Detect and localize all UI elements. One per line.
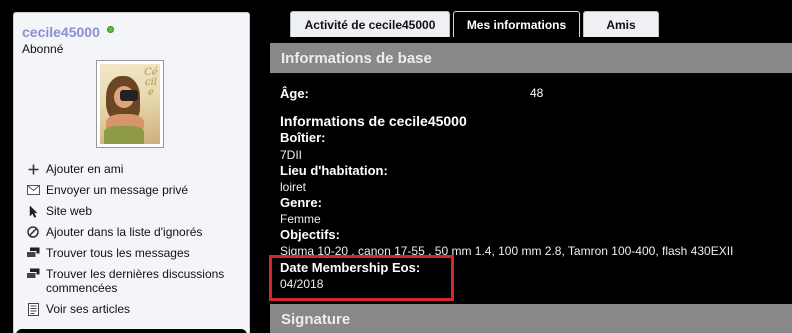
add-to-ignore-list-action[interactable]: Ajouter dans la liste d'ignorés [26,225,248,239]
find-latest-discussions-action[interactable]: Trouver les dernières discussions commen… [26,267,248,295]
online-status-icon [107,26,114,33]
location-value: loiret [280,180,307,194]
add-friend-action[interactable]: Ajouter en ami [26,162,248,176]
find-latest-discussions-label: Trouver les dernières discussions commen… [46,267,225,295]
profile-actions-list: Ajouter en ami Envoyer un message privé … [26,162,248,323]
view-articles-action[interactable]: Voir ses articles [26,302,248,316]
user-title: Abonné [22,42,64,56]
membership-highlight-box [269,255,454,301]
send-private-message-label: Envoyer un message privé [46,183,189,197]
send-private-message-action[interactable]: Envoyer un message privé [26,183,248,197]
location-label: Lieu d'habitation: [280,163,388,178]
find-all-messages-action[interactable]: Trouver tous les messages [26,246,248,260]
avatar-photo: Cécile [100,64,160,144]
add-to-ignore-list-label: Ajouter dans la liste d'ignorés [46,225,203,239]
website-label: Site web [46,204,93,218]
view-articles-label: Voir ses articles [46,302,131,316]
block-icon [26,225,40,239]
gender-label: Genre: [280,195,322,210]
age-label: Âge: [280,86,309,101]
plus-icon [26,162,40,176]
articles-icon [26,302,40,316]
avatar-signature: Cécile [144,67,158,98]
age-value: 48 [530,86,544,100]
avatar[interactable]: Cécile [96,60,164,148]
discussions-icon [26,267,40,281]
signature-header: Signature [270,304,792,333]
profile-username[interactable]: cecile45000 [22,24,100,40]
card-bottom-bar [16,329,247,333]
add-friend-label: Ajouter en ami [46,162,124,176]
basic-info-header: Informations de base [270,43,792,73]
messages-icon [26,246,40,260]
profile-card: cecile45000 Abonné Cécile Ajouter en ami… [13,12,250,333]
tab-friends[interactable]: Amis [583,11,659,37]
camera-body-label: Boîtier: [280,130,326,145]
lenses-label: Objectifs: [280,227,340,242]
find-all-messages-label: Trouver tous les messages [46,246,190,260]
website-action[interactable]: Site web [26,204,248,218]
gender-value: Femme [280,212,321,226]
tab-my-information[interactable]: Mes informations [453,11,580,37]
tab-activity[interactable]: Activité de cecile45000 [290,11,450,37]
user-info-title: Informations de cecile45000 [280,113,467,129]
camera-body-value: 7DII [280,148,303,162]
cursor-icon [26,204,40,218]
envelope-icon [26,183,40,197]
